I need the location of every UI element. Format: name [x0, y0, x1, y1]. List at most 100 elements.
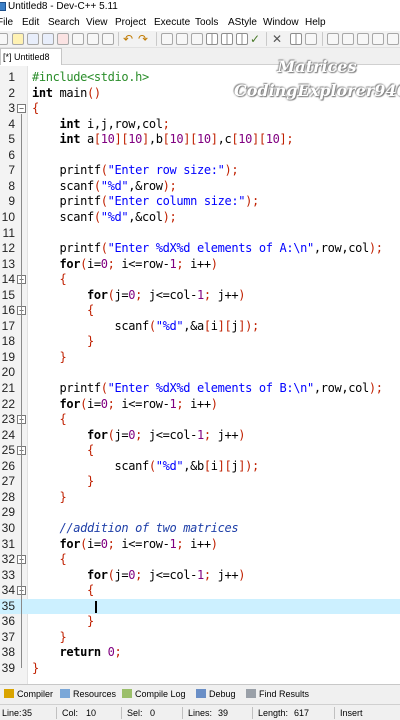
save-all-icon[interactable]: [42, 33, 54, 45]
line-number: 11: [2, 225, 15, 240]
toolbar-separator: [322, 32, 323, 46]
code-line[interactable]: 8 scanf("%d",&row);: [0, 179, 400, 195]
menu-execute[interactable]: Execute: [154, 14, 190, 31]
menu-help[interactable]: Help: [305, 14, 326, 31]
line-number: 1: [8, 70, 15, 84]
code-line[interactable]: 15 for(j=0; j<=col-1; j++): [0, 288, 400, 304]
code-line[interactable]: 6: [0, 148, 400, 164]
line-number: 9: [8, 194, 15, 209]
tab-find-results[interactable]: Find Results: [246, 685, 309, 704]
code-line[interactable]: 18 }: [0, 334, 400, 350]
menu-file[interactable]: File: [0, 14, 13, 31]
code-line[interactable]: 21 printf("Enter %dX%d elements of B:\n"…: [0, 381, 400, 397]
code-line[interactable]: 14− {: [0, 272, 400, 288]
code-line[interactable]: 16− {: [0, 303, 400, 319]
new-class-icon[interactable]: [327, 33, 339, 45]
compile-run-icon[interactable]: [236, 33, 248, 45]
save-icon[interactable]: [27, 33, 39, 45]
goto-icon[interactable]: [191, 33, 203, 45]
code-text: for(j=0; j<=col-1; j++): [87, 567, 246, 582]
run-icon[interactable]: [221, 33, 233, 45]
print-icon[interactable]: [87, 33, 99, 45]
code-line[interactable]: 13 for(i=0; i<=row-1; i++): [0, 257, 400, 273]
insert-icon[interactable]: [342, 33, 354, 45]
debug-icon[interactable]: [305, 33, 317, 45]
menu-edit[interactable]: Edit: [22, 14, 39, 31]
fold-guide: [21, 456, 22, 482]
code-text: printf("Enter %dX%d elements of A:\n",ro…: [32, 241, 383, 256]
code-line[interactable]: 29: [0, 505, 400, 521]
code-line[interactable]: 28 }: [0, 490, 400, 506]
code-line[interactable]: 17 scanf("%d",&a[i][j]);: [0, 319, 400, 335]
close-file-icon[interactable]: [57, 33, 69, 45]
code-line[interactable]: 34− {: [0, 583, 400, 599]
code-line[interactable]: 19 }: [0, 350, 400, 366]
menu-window[interactable]: Window: [263, 14, 299, 31]
title-bar: Untitled8 - Dev-C++ 5.11: [0, 0, 400, 14]
code-text: for(i=0; i<=row-1; i++): [59, 256, 218, 271]
code-line[interactable]: 38 return 0;: [0, 645, 400, 661]
code-line[interactable]: 12 printf("Enter %dX%d elements of A:\n"…: [0, 241, 400, 257]
line-number: 16: [1, 303, 15, 318]
status-col-label: Col:: [62, 708, 79, 718]
code-text: scanf("%d",&a[i][j]);: [32, 318, 259, 333]
code-editor[interactable]: 1 #include<stdio.h> 2 int main() 3−{4 int i,…: [0, 66, 400, 684]
open-folder-icon[interactable]: [12, 33, 24, 45]
rebuild-icon[interactable]: [290, 33, 302, 45]
code-line[interactable]: 31 for(i=0; i<=row-1; i++): [0, 537, 400, 553]
tab-debug-label: Debug: [209, 689, 236, 699]
tab-debug[interactable]: Debug: [196, 685, 236, 704]
undo-icon[interactable]: ↶: [123, 31, 133, 48]
code-line[interactable]: 4 int i,j,row,col;: [0, 117, 400, 133]
redo-icon[interactable]: ↷: [138, 31, 148, 48]
code-line[interactable]: 10 scanf("%d",&col);: [0, 210, 400, 226]
code-line[interactable]: 27 }: [0, 474, 400, 490]
tab-compiler[interactable]: Compiler: [4, 685, 53, 704]
debug-tab-icon: [196, 689, 206, 698]
code-line[interactable]: 20: [0, 365, 400, 381]
menu-search[interactable]: Search: [48, 14, 80, 31]
code-line[interactable]: 37 }: [0, 630, 400, 646]
fold-toggle-icon[interactable]: −: [17, 104, 26, 114]
code-line[interactable]: 33 for(j=0; j<=col-1; j++): [0, 568, 400, 584]
toggle-bookmark-icon[interactable]: [357, 33, 369, 45]
code-line[interactable]: 9 printf("Enter column size:");: [0, 194, 400, 210]
code-line[interactable]: 24 for(j=0; j<=col-1; j++): [0, 428, 400, 444]
close-all-icon[interactable]: [72, 33, 84, 45]
find-icon[interactable]: [161, 33, 173, 45]
watermark-channel: CodingExplorer9465: [234, 81, 400, 100]
line-number: 6: [8, 147, 15, 162]
menu-view[interactable]: View: [86, 14, 108, 31]
tab-resources[interactable]: Resources: [60, 685, 116, 704]
tab-compile-log[interactable]: Compile Log: [122, 685, 186, 704]
compile-icon[interactable]: [206, 33, 218, 45]
new-file-icon[interactable]: [0, 33, 8, 45]
properties-icon[interactable]: [102, 33, 114, 45]
code-line[interactable]: 36 }: [0, 614, 400, 630]
code-line[interactable]: 25− {: [0, 443, 400, 459]
code-line[interactable]: 22 for(i=0; i<=row-1; i++): [0, 397, 400, 413]
check-syntax-icon[interactable]: ✓: [250, 31, 260, 48]
code-line[interactable]: 26 scanf("%d",&b[i][j]);: [0, 459, 400, 475]
code-line[interactable]: 11: [0, 226, 400, 242]
stop-execution-icon[interactable]: ✕: [272, 31, 282, 48]
code-line[interactable]: 32− {: [0, 552, 400, 568]
code-line[interactable]: 35: [0, 598, 400, 615]
line-number: 33: [1, 567, 15, 582]
code-line[interactable]: 7 printf("Enter row size:");: [0, 163, 400, 179]
code-text: int i,j,row,col;: [59, 116, 170, 131]
line-number: 20: [1, 365, 15, 380]
help-icon[interactable]: [387, 33, 399, 45]
code-line[interactable]: 5 int a[10][10],b[10][10],c[10][10];: [0, 132, 400, 148]
tab-untitled8[interactable]: [*] Untitled8: [0, 48, 62, 65]
replace-icon[interactable]: [176, 33, 188, 45]
code-line[interactable]: 39}: [0, 661, 400, 677]
menu-project[interactable]: Project: [115, 14, 146, 31]
menu-astyle[interactable]: AStyle: [228, 14, 257, 31]
menu-tools[interactable]: Tools: [195, 14, 218, 31]
line-number: 25: [1, 443, 15, 458]
status-line-value: 35: [22, 708, 33, 718]
goto-bookmark-icon[interactable]: [372, 33, 384, 45]
code-line[interactable]: 30 //addition of two matrices: [0, 521, 400, 537]
code-line[interactable]: 23− {: [0, 412, 400, 428]
